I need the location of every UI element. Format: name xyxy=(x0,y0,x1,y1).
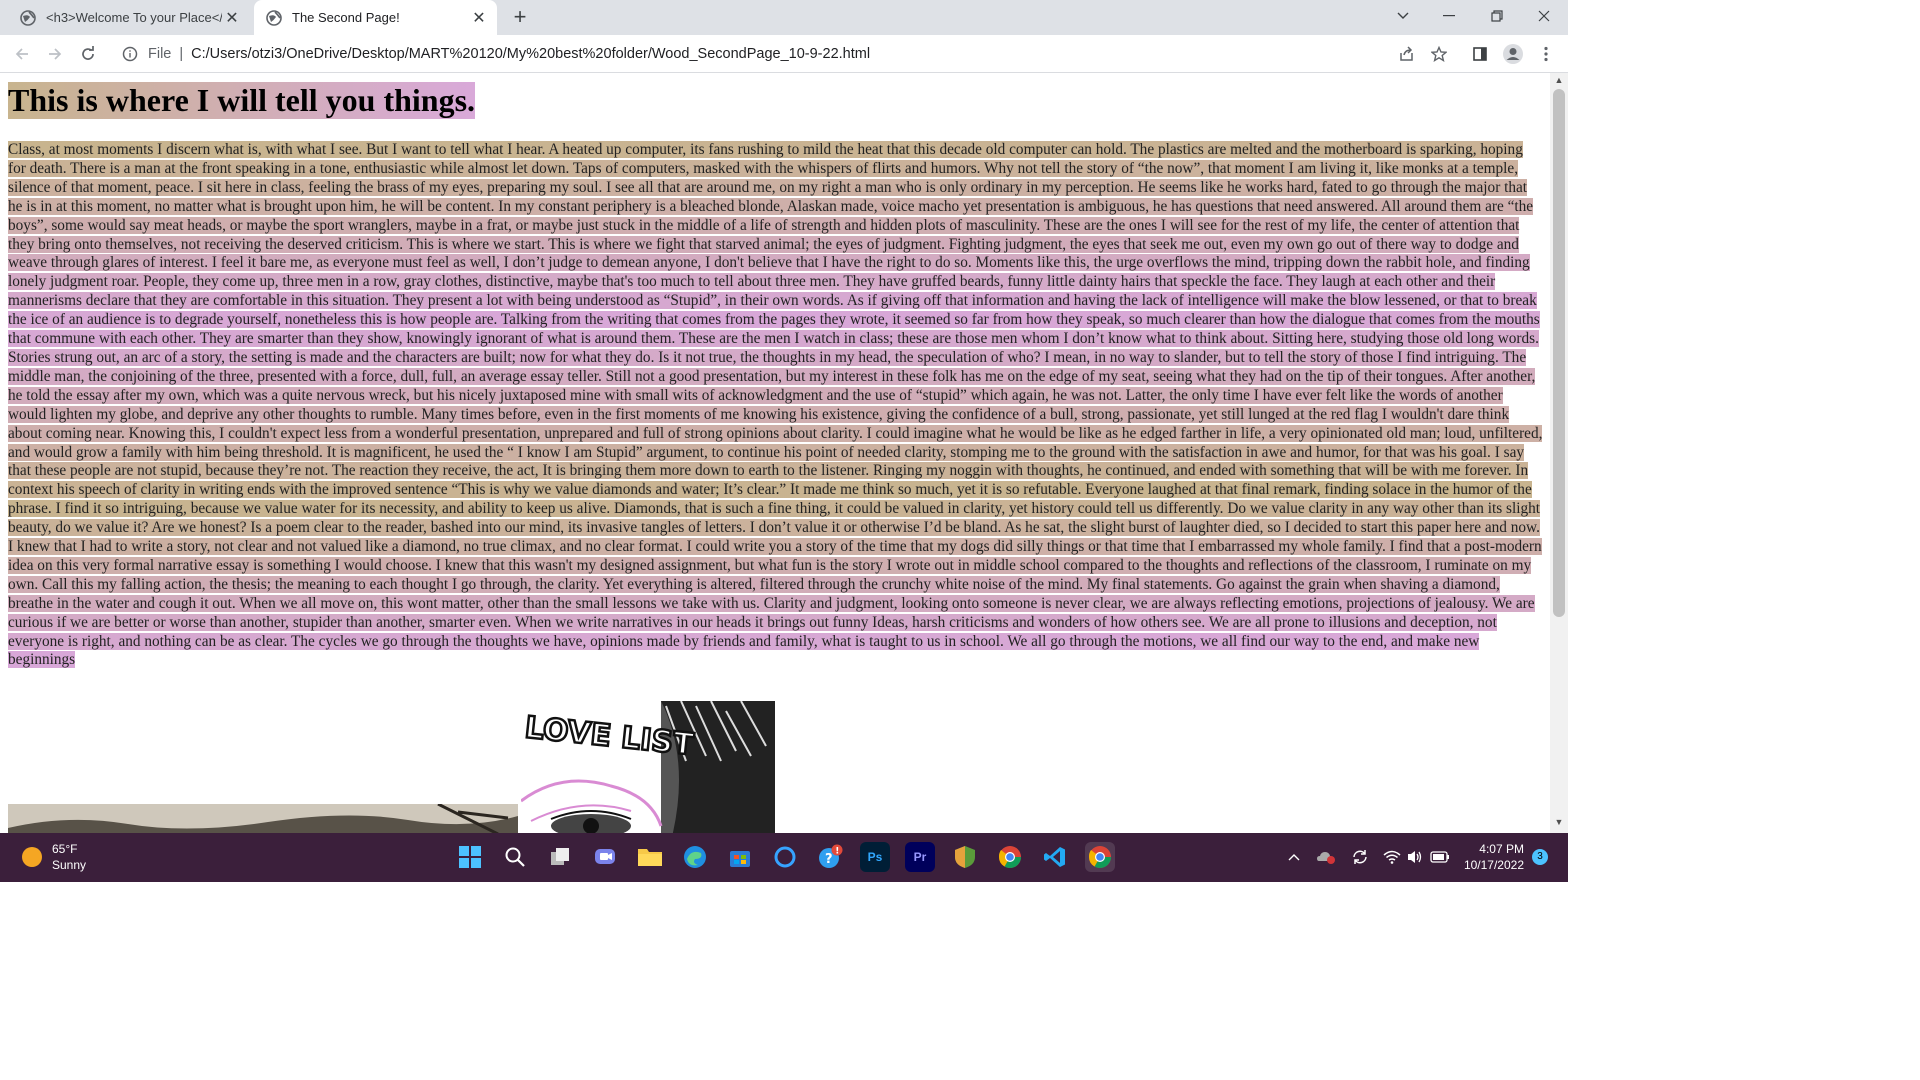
close-tab-icon[interactable]: ✕ xyxy=(469,8,489,28)
task-view-icon[interactable] xyxy=(545,842,575,872)
microsoft-store-icon[interactable] xyxy=(725,842,755,872)
edge-browser-icon[interactable] xyxy=(680,842,710,872)
page-scrollbar[interactable]: ▲ ▼ xyxy=(1550,73,1568,833)
help-icon[interactable]: ?! xyxy=(815,842,845,872)
vscode-icon[interactable] xyxy=(1040,842,1070,872)
essay-text: Class, at most moments I discern what is… xyxy=(8,141,1543,669)
close-tab-icon[interactable]: ✕ xyxy=(222,8,242,28)
premiere-pro-icon[interactable]: Pr xyxy=(905,842,935,872)
cortana-icon[interactable] xyxy=(770,842,800,872)
search-icon[interactable] xyxy=(500,842,530,872)
page-viewport[interactable]: This is where I will tell you things. Cl… xyxy=(0,73,1550,833)
file-explorer-icon[interactable] xyxy=(635,842,665,872)
scheme-separator: | xyxy=(179,46,184,62)
collage-image: LOVE LIST xyxy=(521,701,775,833)
tab-strip: <h3>Welcome To your Place</h ✕ The Secon… xyxy=(0,0,1568,35)
restore-icon[interactable] xyxy=(1474,0,1520,32)
svg-text:!: ! xyxy=(835,847,839,857)
tab-search-icon[interactable] xyxy=(1380,0,1426,32)
essay-paragraph: Class, at most moments I discern what is… xyxy=(8,141,1543,670)
clock-date: 10/17/2022 xyxy=(1463,858,1524,872)
wifi-icon[interactable] xyxy=(1382,847,1402,867)
teams-chat-icon[interactable] xyxy=(590,842,620,872)
forward-icon[interactable] xyxy=(42,41,68,67)
new-tab-button[interactable]: + xyxy=(508,6,532,30)
sun-icon xyxy=(22,847,42,867)
tab-second-page[interactable]: The Second Page! ✕ xyxy=(254,0,497,35)
minimize-icon[interactable] xyxy=(1426,0,1472,32)
tab-welcome[interactable]: <h3>Welcome To your Place</h ✕ xyxy=(8,0,250,35)
scroll-down-arrow-icon[interactable]: ▼ xyxy=(1553,817,1565,829)
page-heading: This is where I will tell you things. xyxy=(8,82,476,119)
browser-toolbar: File | C:/Users/otzi3/OneDrive/Desktop/M… xyxy=(0,35,1568,73)
clock-time: 4:07 PM xyxy=(1479,842,1524,856)
volume-icon[interactable] xyxy=(1405,847,1425,867)
bookmark-star-icon[interactable] xyxy=(1426,41,1452,67)
sync-icon[interactable] xyxy=(1350,847,1370,867)
chrome-profile-icon[interactable] xyxy=(995,842,1025,872)
address-bar[interactable]: File | C:/Users/otzi3/OneDrive/Desktop/M… xyxy=(112,38,1462,70)
scroll-up-arrow-icon[interactable]: ▲ xyxy=(1553,75,1565,87)
url-text[interactable]: C:/Users/otzi3/OneDrive/Desktop/MART%201… xyxy=(191,46,870,62)
reload-icon[interactable] xyxy=(75,41,101,67)
weather-widget[interactable]: 65°F Sunny xyxy=(22,841,86,873)
tab-title: <h3>Welcome To your Place</h xyxy=(46,10,222,25)
onedrive-error-icon[interactable] xyxy=(1316,847,1336,867)
menu-kebab-icon[interactable] xyxy=(1533,41,1559,67)
scroll-thumb[interactable] xyxy=(1553,89,1565,617)
profile-avatar-icon[interactable] xyxy=(1500,41,1526,67)
share-icon[interactable] xyxy=(1394,41,1420,67)
windows-taskbar: 65°F Sunny ?! Ps Pr 4:07 PM 10/17/2022 3 xyxy=(0,833,1568,882)
close-window-icon[interactable] xyxy=(1521,0,1567,32)
globe-icon xyxy=(20,9,36,26)
windows-start-icon[interactable] xyxy=(455,842,485,872)
svg-text:?: ? xyxy=(825,852,833,867)
scheme-label: File xyxy=(148,46,172,62)
weather-temp: 65°F xyxy=(52,842,78,856)
globe-icon xyxy=(266,9,282,26)
chrome-icon[interactable] xyxy=(1085,842,1115,872)
tab-title: The Second Page! xyxy=(292,10,400,25)
system-clock[interactable]: 4:07 PM 10/17/2022 xyxy=(1462,841,1524,873)
landscape-image xyxy=(8,804,518,833)
shield-app-icon[interactable] xyxy=(950,842,980,872)
weather-desc: Sunny xyxy=(52,858,87,872)
info-icon[interactable] xyxy=(122,46,138,62)
back-icon[interactable] xyxy=(9,41,35,67)
battery-icon[interactable] xyxy=(1430,847,1450,867)
chevron-up-icon[interactable] xyxy=(1284,847,1304,867)
photoshop-icon[interactable]: Ps xyxy=(860,842,890,872)
side-panel-icon[interactable] xyxy=(1467,41,1493,67)
notification-badge[interactable]: 3 xyxy=(1532,849,1548,865)
